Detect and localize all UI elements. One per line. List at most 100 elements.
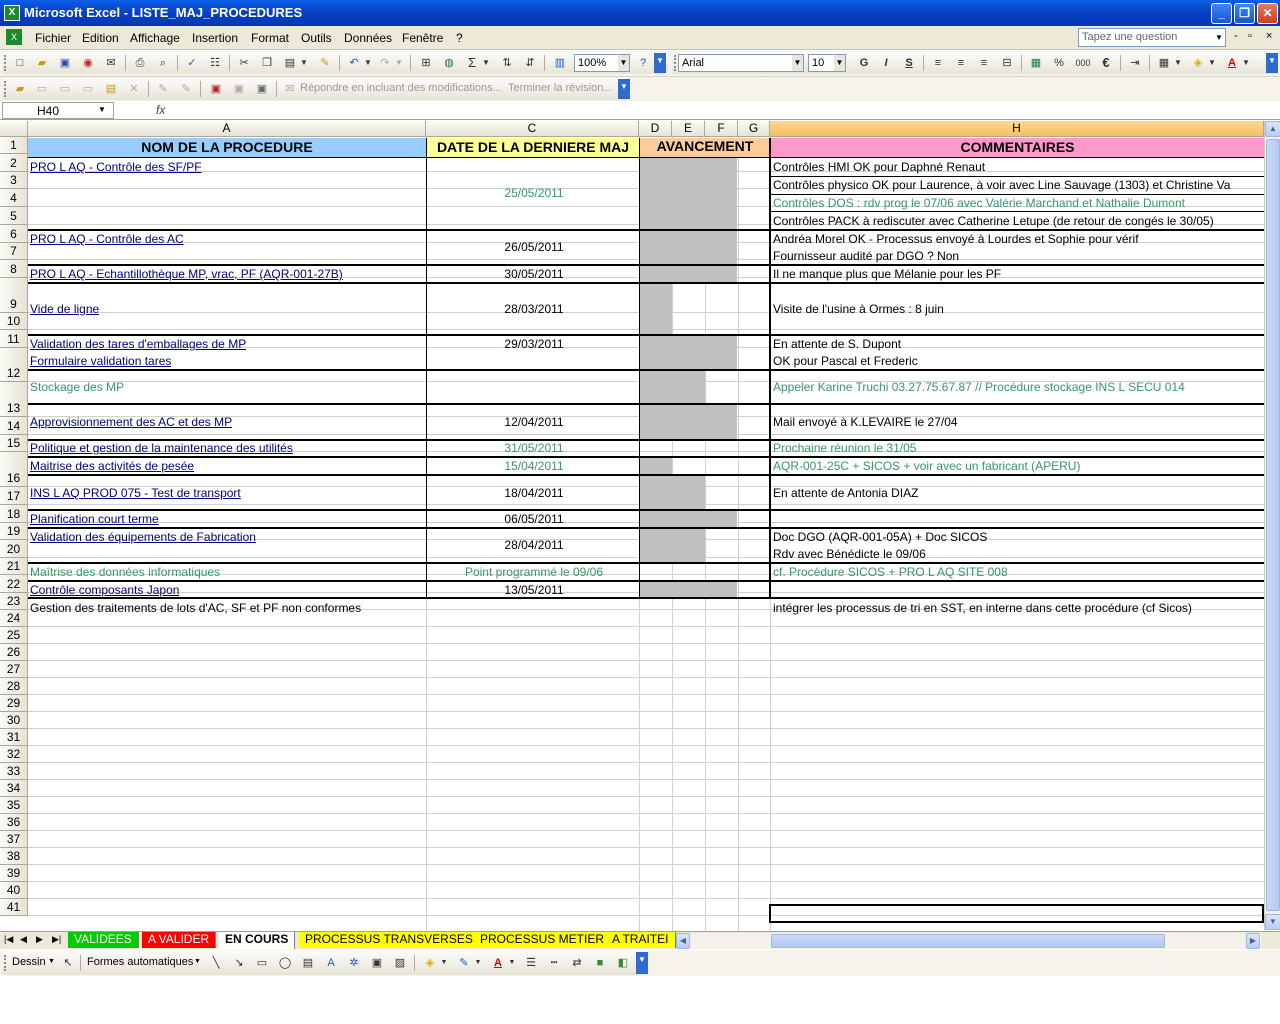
- arrow-icon[interactable]: ↘: [231, 955, 247, 971]
- doc-minimize-button[interactable]: -: [1234, 30, 1238, 42]
- excel-app-icon[interactable]: X: [4, 5, 20, 21]
- spreadsheet-grid[interactable]: A C D E F G H 1 2 3 4 5 6 7 8 9 10 11 12 13 14 15 16 17 1…: [0, 121, 1264, 931]
- tab-a-valider[interactable]: A VALIDER: [142, 932, 217, 948]
- row-header[interactable]: 1: [0, 137, 28, 154]
- row-header[interactable]: 38: [0, 848, 28, 865]
- send-to-icon[interactable]: ▣: [254, 81, 270, 97]
- cell-a13[interactable]: Approvisionnement des AC et des MP: [28, 415, 232, 429]
- tab-processus-transverses[interactable]: PROCESSUS TRANSVERSES: [299, 932, 480, 948]
- ink-delete-icon[interactable]: ✎: [178, 81, 194, 97]
- chevron-down-icon[interactable]: ▼: [299, 55, 309, 71]
- chevron-down-icon[interactable]: ▼: [473, 955, 483, 971]
- cell-h6[interactable]: Andréa Morel OK - Processus envoyé à Lou…: [771, 232, 1139, 246]
- borders-icon[interactable]: ▦: [1156, 55, 1172, 71]
- fx-icon[interactable]: fx: [156, 103, 165, 117]
- horizontal-scrollbar[interactable]: ◀ ▶: [676, 933, 1262, 949]
- minimize-button[interactable]: _: [1211, 3, 1232, 24]
- cell-h18[interactable]: Doc DGO (AQR-001-05A) + Doc SICOS: [771, 530, 987, 544]
- chevron-down-icon[interactable]: ▼: [618, 55, 629, 71]
- last-sheet-icon[interactable]: ▶|: [52, 934, 61, 945]
- italic-button[interactable]: I: [878, 55, 894, 71]
- cell-a18[interactable]: Validation des équipements de Fabricatio…: [28, 530, 256, 544]
- row-header[interactable]: 28: [0, 678, 28, 695]
- menu-help[interactable]: ?: [456, 31, 463, 45]
- align-left-icon[interactable]: ≡: [930, 55, 946, 71]
- draw-menu-button[interactable]: Dessin: [12, 956, 46, 968]
- excel-doc-icon[interactable]: X: [6, 29, 22, 45]
- row-header[interactable]: 36: [0, 814, 28, 831]
- bold-button[interactable]: G: [856, 55, 872, 71]
- chevron-down-icon[interactable]: ▼: [1207, 55, 1217, 71]
- merge-center-icon[interactable]: ⊟: [999, 55, 1015, 71]
- row-header[interactable]: 15: [0, 435, 28, 452]
- toolbar-options-icon[interactable]: ▼: [654, 53, 666, 73]
- row-header[interactable]: 18: [0, 505, 28, 523]
- cell-a22[interactable]: Gestion des traitements de lots d'AC, SF…: [28, 601, 361, 615]
- autosum-icon[interactable]: Σ: [464, 55, 480, 71]
- zoom-select[interactable]: 100% ▼: [574, 54, 630, 72]
- align-right-icon[interactable]: ≡: [976, 55, 992, 71]
- line-color-icon[interactable]: ✎: [456, 955, 472, 971]
- save-icon[interactable]: ▣: [57, 55, 73, 71]
- tab-a-traiter[interactable]: A TRAITEI: [606, 932, 676, 948]
- row-header[interactable]: 8: [0, 260, 28, 278]
- row-header[interactable]: 5: [0, 207, 28, 225]
- row-header[interactable]: 13: [0, 382, 28, 417]
- tab-processus-metier[interactable]: PROCESSUS METIER: [474, 932, 612, 948]
- vertical-scrollbar[interactable]: ▲ ▼: [1264, 121, 1280, 931]
- chart-wizard-icon[interactable]: ▥: [552, 55, 568, 71]
- menu-affichage[interactable]: Affichage: [130, 31, 180, 45]
- cell-c14[interactable]: 31/05/2011: [427, 441, 639, 455]
- paste-icon[interactable]: ▤: [282, 55, 298, 71]
- cut-icon[interactable]: ✂: [236, 55, 252, 71]
- row-header[interactable]: 2: [0, 154, 28, 172]
- row-header[interactable]: 26: [0, 644, 28, 661]
- format-painter-icon[interactable]: ✎: [317, 55, 333, 71]
- menu-outils[interactable]: Outils: [301, 31, 332, 45]
- cell-a11[interactable]: Formulaire validation tares: [28, 354, 171, 368]
- cell-a20[interactable]: Maîtrise des données informatiques: [28, 565, 220, 579]
- fill-color-icon[interactable]: ◈: [422, 955, 438, 971]
- first-sheet-icon[interactable]: |◀: [4, 934, 13, 945]
- cell-c9[interactable]: 28/03/2011: [427, 302, 639, 316]
- column-header-h[interactable]: H: [770, 121, 1264, 137]
- cell-h15[interactable]: AQR-001-25C + SICOS + voir avec un fabri…: [771, 459, 1080, 473]
- cell-c10[interactable]: 29/03/2011: [427, 337, 639, 351]
- cell-h11[interactable]: OK pour Pascal et Frederic: [771, 354, 918, 368]
- cell-c6[interactable]: 26/05/2011: [427, 240, 639, 254]
- copy-icon[interactable]: ❐: [259, 55, 275, 71]
- reply-with-changes-label[interactable]: Répondre en incluant des modifications..…: [300, 82, 502, 94]
- cell-h5[interactable]: Contrôles PACK à rediscuter avec Catheri…: [771, 214, 1214, 228]
- research-icon[interactable]: ☷: [207, 55, 223, 71]
- cell-a15[interactable]: Maitrise des activités de pesée: [28, 459, 194, 473]
- header-nom[interactable]: NOM DE LA PROCEDURE: [28, 138, 426, 157]
- show-comments-icon[interactable]: ▤: [103, 81, 119, 97]
- font-select[interactable]: Arial ▼: [678, 54, 804, 72]
- dash-style-icon[interactable]: ┅: [546, 955, 562, 971]
- row-header[interactable]: 29: [0, 695, 28, 712]
- cell-a6[interactable]: PRO L AQ - Contrôle des AC: [28, 232, 184, 246]
- internet-icon[interactable]: ◍: [441, 55, 457, 71]
- chevron-down-icon[interactable]: ▼: [439, 955, 449, 971]
- spelling-icon[interactable]: ✓: [184, 55, 200, 71]
- row-header[interactable]: 19: [0, 523, 28, 540]
- menu-insertion[interactable]: Insertion: [192, 31, 238, 45]
- font-color-icon[interactable]: A: [1224, 55, 1240, 71]
- euro-button[interactable]: €: [1098, 55, 1114, 71]
- select-objects-icon[interactable]: ↖: [60, 955, 76, 971]
- header-avancement[interactable]: AVANCEMENT: [640, 138, 770, 157]
- ink-icon[interactable]: ✎: [155, 81, 171, 97]
- line-icon[interactable]: ╲: [208, 955, 224, 971]
- row-header[interactable]: 39: [0, 865, 28, 882]
- close-button[interactable]: ✕: [1257, 3, 1278, 24]
- oval-icon[interactable]: ◯: [277, 955, 293, 971]
- select-all-corner[interactable]: [0, 121, 28, 137]
- row-header[interactable]: 31: [0, 729, 28, 746]
- picture-icon[interactable]: ▨: [392, 955, 408, 971]
- cell-a17[interactable]: Planification court terme: [28, 512, 159, 526]
- cell-h20[interactable]: cf. Procédure SICOS + PRO L AQ SITE 008: [771, 565, 1008, 579]
- cell-a12[interactable]: Stockage des MP: [28, 380, 124, 394]
- cell-a14[interactable]: Politique et gestion de la maintenance d…: [28, 441, 293, 455]
- cell-c15[interactable]: 15/04/2011: [427, 459, 639, 473]
- column-header-g[interactable]: G: [738, 121, 770, 137]
